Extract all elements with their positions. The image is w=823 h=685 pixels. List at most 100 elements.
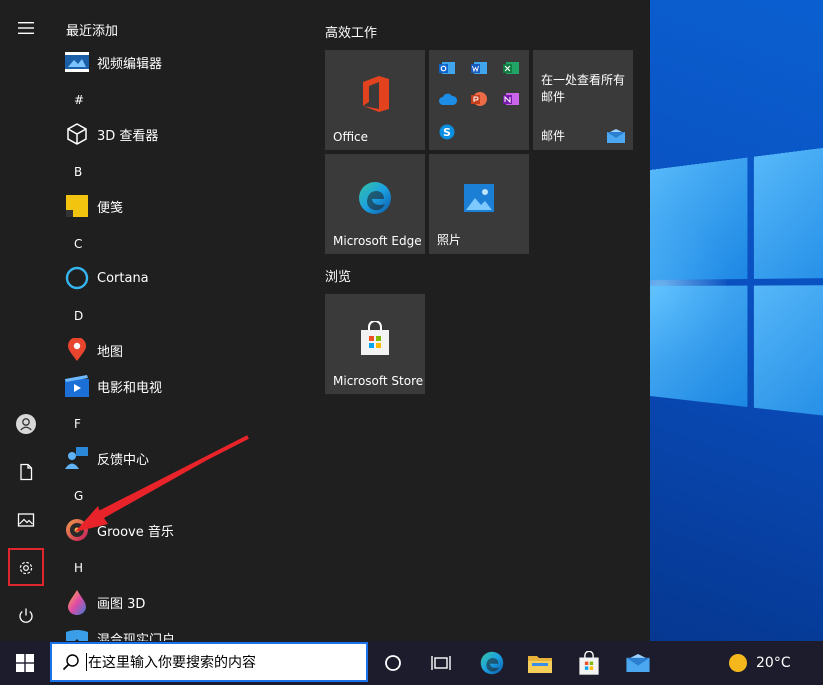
folder-icon [528, 656, 552, 673]
store-bag-icon [579, 651, 599, 675]
search-placeholder: 在这里输入你要搜索的内容 [88, 655, 256, 671]
text-caret [86, 653, 87, 671]
pictures-button[interactable] [6, 500, 46, 540]
app-label: 3D 查看器 [97, 128, 159, 144]
letter-h[interactable]: H [74, 561, 83, 575]
document-icon [20, 463, 33, 481]
paint-3d-icon [64, 589, 90, 615]
mixed-reality-icon [64, 625, 90, 641]
power-icon [19, 608, 33, 623]
taskbar: 在这里输入你要搜索的内容 20°C [0, 641, 823, 685]
taskbar-store-button[interactable] [565, 641, 613, 685]
tile-label: Office [333, 130, 369, 144]
group-title-productivity[interactable]: 高效工作 [325, 22, 377, 41]
start-menu: 最近添加 视频编辑器 # 3D 查看器 B 便笺 C Cortana D 地图 … [0, 0, 650, 641]
sun-icon [729, 654, 747, 672]
svg-text:S: S [443, 126, 451, 139]
onenote-icon [503, 93, 519, 105]
app-label: 混合现实门户 [97, 632, 176, 642]
picture-icon [17, 513, 35, 527]
letter-g[interactable]: G [74, 489, 83, 503]
app-cortana[interactable]: Cortana [64, 260, 304, 296]
mail-tile-text: 在一处查看所有邮件 [541, 73, 626, 104]
onedrive-icon [439, 93, 457, 105]
app-3d-viewer[interactable]: 3D 查看器 [64, 116, 304, 152]
cortana-ring-icon [64, 265, 90, 291]
taskbar-mail-button[interactable] [614, 641, 662, 685]
tile-office[interactable]: Office [325, 50, 425, 150]
weather-widget[interactable]: 20°C [728, 641, 791, 685]
mail-envelope-icon [607, 129, 625, 143]
taskbar-edge-button[interactable] [468, 641, 516, 685]
video-editor-icon [64, 49, 90, 75]
groove-music-icon [64, 517, 90, 543]
word-icon [471, 62, 487, 74]
app-groove-music[interactable]: Groove 音乐 [64, 512, 304, 548]
feedback-person-icon [64, 445, 90, 471]
weather-temperature: 20°C [756, 655, 791, 671]
outlook-icon [439, 62, 455, 74]
tile-label: Microsoft Store [333, 374, 424, 388]
letter-b[interactable]: B [74, 165, 82, 179]
app-label: Groove 音乐 [97, 524, 174, 540]
app-list: 最近添加 视频编辑器 # 3D 查看器 B 便笺 C Cortana D 地图 … [52, 0, 304, 641]
powerpoint-icon [471, 92, 487, 106]
hamburger-menu-button[interactable] [6, 8, 46, 48]
task-view-icon [431, 656, 451, 670]
search-icon [62, 654, 79, 671]
mail-envelope-icon [626, 654, 650, 672]
edge-icon [359, 182, 391, 214]
tile-edge[interactable]: Microsoft Edge [325, 154, 425, 254]
letter-hash[interactable]: # [74, 93, 84, 107]
app-label: 视频编辑器 [97, 56, 163, 72]
app-sticky-notes[interactable]: 便笺 [64, 188, 304, 224]
map-pin-icon [64, 337, 90, 363]
office-icon [363, 76, 389, 112]
film-icon [64, 373, 90, 399]
sticky-note-icon [64, 193, 90, 219]
app-mixed-reality-portal[interactable]: 混合现实门户 [64, 620, 304, 641]
excel-icon [503, 62, 519, 74]
app-label: 便笺 [97, 200, 124, 216]
cortana-button[interactable] [369, 641, 417, 685]
letter-f[interactable]: F [74, 417, 81, 431]
tile-label: 邮件 [541, 129, 566, 143]
start-button[interactable] [0, 641, 50, 685]
tile-label: Microsoft Edge [333, 234, 422, 248]
edge-icon [480, 651, 504, 675]
photos-icon [464, 184, 494, 212]
tile-photos[interactable]: 照片 [429, 154, 529, 254]
task-view-button[interactable] [417, 641, 465, 685]
start-rail [0, 0, 52, 641]
tile-mail[interactable]: 在一处查看所有邮件 邮件 [533, 50, 633, 150]
letter-d[interactable]: D [74, 309, 83, 323]
power-button[interactable] [6, 596, 46, 636]
file-explorer-button[interactable] [516, 641, 564, 685]
app-maps[interactable]: 地图 [64, 332, 304, 368]
app-label: 反馈中心 [97, 452, 150, 468]
windows-logo-wallpaper [599, 139, 823, 441]
cortana-circle-icon [385, 655, 401, 671]
tile-office-apps-folder[interactable]: S [429, 50, 529, 150]
group-title-browse[interactable]: 浏览 [325, 266, 351, 285]
skype-icon: S [439, 124, 455, 140]
cube-icon [64, 121, 90, 147]
app-movies-tv[interactable]: 电影和电视 [64, 368, 304, 404]
app-video-editor[interactable]: 视频编辑器 [64, 44, 304, 80]
hamburger-icon [18, 22, 34, 34]
recent-header: 最近添加 [66, 24, 119, 39]
documents-button[interactable] [6, 452, 46, 492]
tile-microsoft-store[interactable]: Microsoft Store [325, 294, 425, 394]
settings-highlight-box [8, 548, 44, 586]
taskbar-search-box[interactable]: 在这里输入你要搜索的内容 [50, 642, 368, 682]
tile-label: 照片 [437, 233, 462, 247]
app-label: 地图 [97, 344, 124, 360]
app-paint-3d[interactable]: 画图 3D [64, 584, 304, 620]
account-button[interactable] [6, 404, 46, 444]
app-feedback-hub[interactable]: 反馈中心 [64, 440, 304, 476]
app-label: Cortana [97, 270, 149, 286]
user-avatar-icon [16, 414, 36, 434]
windows-logo-icon [16, 654, 34, 672]
store-bag-icon [361, 321, 389, 355]
letter-c[interactable]: C [74, 237, 82, 251]
